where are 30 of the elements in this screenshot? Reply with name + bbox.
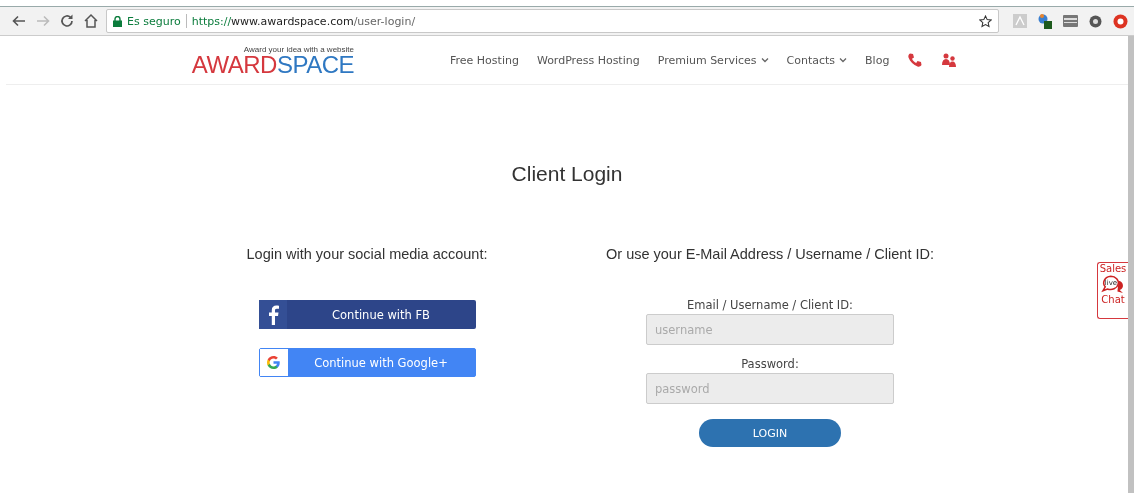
nav-link[interactable]: Premium Services	[657, 53, 769, 67]
google-icon	[267, 356, 280, 369]
users-icon[interactable]	[941, 52, 958, 68]
nav-link[interactable]: Contacts	[786, 53, 848, 67]
facebook-icon	[266, 304, 279, 325]
lock-icon	[113, 15, 122, 27]
url-text: https://www.awardspace.com/user-login/	[191, 14, 416, 28]
star-icon[interactable]	[979, 14, 992, 28]
page-title: Client Login	[511, 162, 623, 186]
nav-link[interactable]: Blog	[865, 53, 890, 67]
home-icon[interactable]	[82, 12, 100, 30]
field-label: Email / Username / Client ID:	[687, 298, 853, 312]
facebook-login-button[interactable]: Continue with FB	[258, 300, 476, 329]
chat-bubble-icon	[1100, 274, 1126, 294]
password-field[interactable]: password	[646, 373, 894, 404]
section-heading: Or use your E-Mail Address / Username / Client ID:	[606, 246, 934, 262]
section-heading: Login with your social media account:	[246, 246, 488, 262]
nav-link[interactable]: WordPress Hosting	[536, 53, 640, 67]
reload-icon[interactable]	[58, 12, 76, 30]
username-field[interactable]: username	[646, 314, 894, 345]
card-extension-icon[interactable]	[1063, 15, 1078, 27]
google-login-button[interactable]: Continue with Google+	[258, 348, 476, 377]
login-button[interactable]: LOGIN	[699, 419, 841, 447]
nav-link[interactable]: Free Hosting	[450, 53, 519, 67]
field-label: Password:	[741, 357, 799, 371]
logo[interactable]: Award your idea with a website AWARDSPACE	[180, 44, 354, 76]
phone-icon[interactable]	[907, 52, 924, 68]
address-bar[interactable]: Es seguro https://www.awardspace.com/user-login/	[106, 9, 999, 33]
extension-icon[interactable]	[1037, 13, 1053, 29]
security-label: Es seguro	[127, 14, 181, 28]
